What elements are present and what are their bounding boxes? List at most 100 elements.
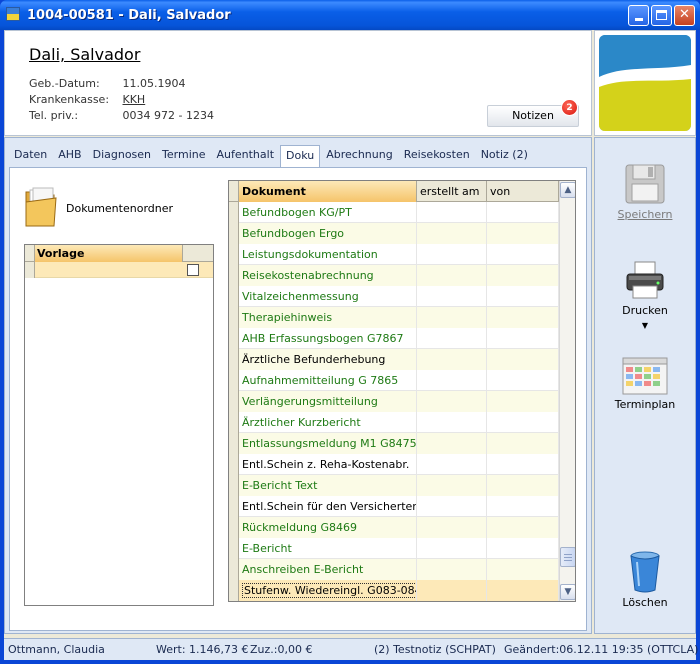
author-cell[interactable] <box>487 328 559 349</box>
tab-reisekosten[interactable]: Reisekosten <box>399 145 475 167</box>
table-row[interactable]: Befundbogen Ergo <box>229 223 559 244</box>
author-cell[interactable] <box>487 538 559 559</box>
table-row[interactable]: Vitalzeichenmessung <box>229 286 559 307</box>
author-cell[interactable] <box>487 391 559 412</box>
document-name-cell[interactable]: Therapiehinweis <box>239 307 417 328</box>
patient-name[interactable]: Dali, Salvador <box>29 45 140 64</box>
document-name-cell[interactable]: Entl.Schein z. Reha-Kostenabr. <box>239 454 417 475</box>
tab-notiz[interactable]: Notiz (2) <box>476 145 533 167</box>
created-date-cell[interactable] <box>417 370 487 391</box>
author-cell[interactable] <box>487 433 559 454</box>
author-cell[interactable] <box>487 475 559 496</box>
created-date-cell[interactable] <box>417 559 487 580</box>
maximize-button[interactable] <box>651 5 672 26</box>
created-date-cell[interactable] <box>417 475 487 496</box>
created-date-cell[interactable] <box>417 244 487 265</box>
save-button[interactable]: Speichern <box>595 162 695 221</box>
author-cell[interactable] <box>487 286 559 307</box>
document-name-cell[interactable]: E-Bericht Text <box>239 475 417 496</box>
print-button[interactable]: Drucken ▼ <box>595 260 695 330</box>
document-name-cell[interactable]: Anschreiben E-Bericht <box>239 559 417 580</box>
document-scrollbar[interactable]: ▲ ▼ <box>559 181 575 601</box>
table-row[interactable]: Leistungsdokumentation <box>229 244 559 265</box>
column-header-von[interactable]: von <box>487 181 559 202</box>
tab-doku[interactable]: Doku <box>280 145 321 167</box>
created-date-cell[interactable] <box>417 286 487 307</box>
author-cell[interactable] <box>487 559 559 580</box>
created-date-cell[interactable] <box>417 391 487 412</box>
author-cell[interactable] <box>487 307 559 328</box>
document-name-cell[interactable]: Befundbogen Ergo <box>239 223 417 244</box>
table-row[interactable]: Verlängerungsmitteilung <box>229 391 559 412</box>
created-date-cell[interactable] <box>417 307 487 328</box>
created-date-cell[interactable] <box>417 454 487 475</box>
table-row[interactable]: Entl.Schein für den Versicherten <box>229 496 559 517</box>
table-row[interactable]: Reisekostenabrechnung <box>229 265 559 286</box>
created-date-cell[interactable] <box>417 412 487 433</box>
document-name-cell[interactable]: Aufnahmemitteilung G 7865 <box>239 370 417 391</box>
author-cell[interactable] <box>487 412 559 433</box>
document-name-cell[interactable]: Leistungsdokumentation <box>239 244 417 265</box>
print-dropdown-arrow-icon[interactable]: ▼ <box>595 321 695 330</box>
author-cell[interactable] <box>487 370 559 391</box>
tab-termine[interactable]: Termine <box>157 145 210 167</box>
template-checkbox[interactable] <box>187 264 199 276</box>
author-cell[interactable] <box>487 202 559 223</box>
template-grid[interactable]: Vorlage <box>24 244 214 606</box>
table-row[interactable]: Stufenw. Wiedereingl. G083-0842 <box>229 580 559 601</box>
author-cell[interactable] <box>487 496 559 517</box>
author-cell[interactable] <box>487 580 559 601</box>
document-name-cell[interactable]: Verlängerungsmitteilung <box>239 391 417 412</box>
document-grid[interactable]: Dokument erstellt am von Befundbogen KG/… <box>228 180 576 602</box>
created-date-cell[interactable] <box>417 349 487 370</box>
author-cell[interactable] <box>487 244 559 265</box>
document-name-cell[interactable]: Vitalzeichenmessung <box>239 286 417 307</box>
tab-ahb[interactable]: AHB <box>53 145 86 167</box>
status-notiz[interactable]: (2) Testnotiz (SCHPAT) <box>374 643 496 656</box>
created-date-cell[interactable] <box>417 496 487 517</box>
template-new-row[interactable] <box>25 262 213 278</box>
minimize-button[interactable] <box>628 5 649 26</box>
created-date-cell[interactable] <box>417 433 487 454</box>
document-name-cell[interactable]: Reisekostenabrechnung <box>239 265 417 286</box>
insurance-link[interactable]: KKH <box>123 93 146 106</box>
document-name-cell[interactable]: Befundbogen KG/PT <box>239 202 417 223</box>
table-row[interactable]: Entl.Schein z. Reha-Kostenabr. <box>229 454 559 475</box>
document-name-cell[interactable]: Stufenw. Wiedereingl. G083-0842 <box>239 580 417 601</box>
table-row[interactable]: Rückmeldung G8469 <box>229 517 559 538</box>
author-cell[interactable] <box>487 265 559 286</box>
document-name-cell[interactable]: Ärztlicher Kurzbericht <box>239 412 417 433</box>
tab-daten[interactable]: Daten <box>9 145 52 167</box>
folder-label[interactable]: Dokumentenordner <box>66 202 173 215</box>
tab-aufenthalt[interactable]: Aufenthalt <box>212 145 280 167</box>
table-row[interactable]: Aufnahmemitteilung G 7865 <box>229 370 559 391</box>
created-date-cell[interactable] <box>417 265 487 286</box>
delete-button[interactable]: Löschen <box>595 550 695 609</box>
tab-abrechnung[interactable]: Abrechnung <box>321 145 397 167</box>
close-button[interactable]: ✕ <box>674 5 695 26</box>
table-row[interactable]: E-Bericht <box>229 538 559 559</box>
created-date-cell[interactable] <box>417 538 487 559</box>
author-cell[interactable] <box>487 454 559 475</box>
column-header-erstellt[interactable]: erstellt am <box>417 181 487 202</box>
scroll-up-button[interactable]: ▲ <box>560 182 575 198</box>
document-name-cell[interactable]: AHB Erfassungsbogen G7867 <box>239 328 417 349</box>
created-date-cell[interactable] <box>417 580 487 601</box>
template-column-header[interactable]: Vorlage <box>35 245 183 262</box>
table-row[interactable]: E-Bericht Text <box>229 475 559 496</box>
document-name-cell[interactable]: E-Bericht <box>239 538 417 559</box>
created-date-cell[interactable] <box>417 202 487 223</box>
folder-icon[interactable] <box>24 186 58 230</box>
table-row[interactable]: AHB Erfassungsbogen G7867 <box>229 328 559 349</box>
created-date-cell[interactable] <box>417 517 487 538</box>
table-row[interactable]: Befundbogen KG/PT <box>229 202 559 223</box>
title-bar[interactable]: 1004-00581 - Dali, Salvador ✕ <box>0 0 700 30</box>
table-row[interactable]: Ärztlicher Kurzbericht <box>229 412 559 433</box>
document-name-cell[interactable]: Ärztliche Befunderhebung <box>239 349 417 370</box>
author-cell[interactable] <box>487 223 559 244</box>
author-cell[interactable] <box>487 517 559 538</box>
table-row[interactable]: Ärztliche Befunderhebung <box>229 349 559 370</box>
author-cell[interactable] <box>487 349 559 370</box>
column-header-dokument[interactable]: Dokument <box>239 181 417 202</box>
document-name-cell[interactable]: Entl.Schein für den Versicherten <box>239 496 417 517</box>
